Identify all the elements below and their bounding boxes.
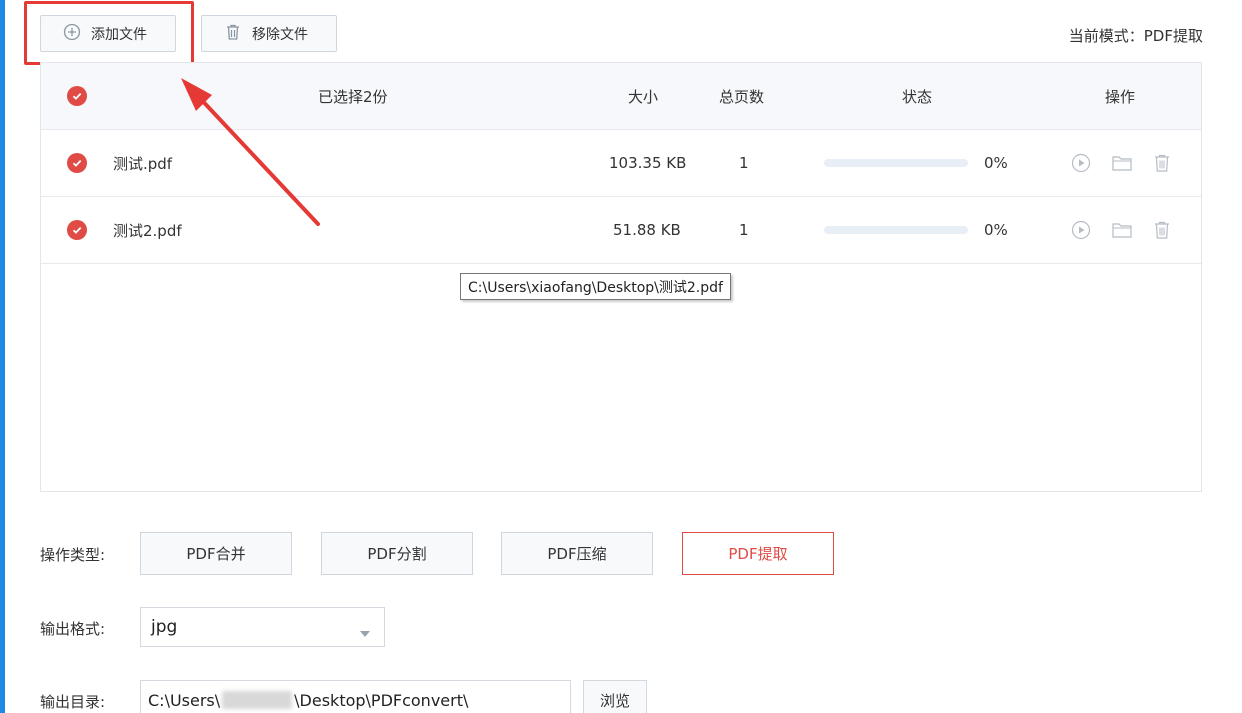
row-actions — [1071, 130, 1171, 196]
current-mode-text: 当前模式：PDF提取 — [1068, 27, 1203, 45]
actions-header: 操作 — [1105, 87, 1136, 106]
output-format-select[interactable]: jpg — [140, 607, 385, 647]
row-checkbox[interactable] — [67, 130, 87, 196]
page-count: 1 — [739, 154, 749, 172]
progress-bar — [824, 130, 968, 196]
remove-file-button[interactable]: 移除文件 — [201, 15, 337, 52]
selected-count-header: 已选择2份 — [318, 87, 388, 106]
progress-text: 0% — [984, 221, 1008, 239]
status-header: 状态 — [902, 87, 933, 106]
type-split-button[interactable]: PDF分割 — [321, 532, 473, 575]
table-row[interactable]: 测试2.pdf 51.88 KB 1 0% — [41, 197, 1201, 264]
delete-icon[interactable] — [1153, 220, 1171, 240]
check-icon — [67, 86, 87, 106]
page-count: 1 — [739, 221, 749, 239]
play-icon[interactable] — [1071, 220, 1091, 240]
type-merge-button[interactable]: PDF合并 — [140, 532, 292, 575]
annotation-highlight-box — [24, 1, 194, 65]
file-path-tooltip: C:\Users\xiaofang\Desktop\测试2.pdf — [460, 273, 731, 300]
progress-text: 0% — [984, 154, 1008, 172]
type-compress-button[interactable]: PDF压缩 — [501, 532, 653, 575]
file-name: 测试.pdf — [113, 154, 173, 173]
size-header: 大小 — [628, 87, 659, 106]
operation-type-label: 操作类型: — [40, 546, 106, 564]
browse-button[interactable]: 浏览 — [583, 680, 647, 713]
folder-icon[interactable] — [1111, 220, 1133, 240]
check-icon — [67, 153, 87, 173]
pages-header: 总页数 — [719, 87, 765, 106]
chevron-down-icon — [359, 623, 371, 643]
folder-icon[interactable] — [1111, 153, 1133, 173]
play-icon[interactable] — [1071, 153, 1091, 173]
redacted-username — [222, 691, 293, 709]
progress-bar — [824, 197, 968, 263]
output-dir-field[interactable]: C:\Users\ \Desktop\PDFconvert\ — [140, 680, 571, 713]
delete-icon[interactable] — [1153, 153, 1171, 173]
type-extract-button[interactable]: PDF提取 — [682, 532, 834, 575]
output-dir-prefix: C:\Users\ — [148, 690, 221, 710]
row-checkbox[interactable] — [67, 197, 87, 263]
table-header: 已选择2份 大小 总页数 状态 操作 — [41, 63, 1201, 130]
window-edge — [0, 0, 5, 713]
file-size: 51.88 KB — [613, 221, 681, 239]
remove-file-label: 移除文件 — [252, 26, 308, 43]
file-size: 103.35 KB — [609, 154, 687, 172]
row-actions — [1071, 197, 1171, 263]
output-dir-label: 输出目录: — [40, 693, 106, 711]
output-format-value: jpg — [151, 617, 178, 637]
output-format-label: 输出格式: — [40, 620, 106, 638]
check-icon — [67, 220, 87, 240]
trash-icon — [224, 23, 242, 45]
output-dir-suffix: \Desktop\PDFconvert\ — [294, 690, 469, 710]
table-row[interactable]: 测试.pdf 103.35 KB 1 0% — [41, 130, 1201, 197]
file-name: 测试2.pdf — [113, 221, 182, 240]
select-all-checkbox[interactable] — [67, 63, 87, 129]
